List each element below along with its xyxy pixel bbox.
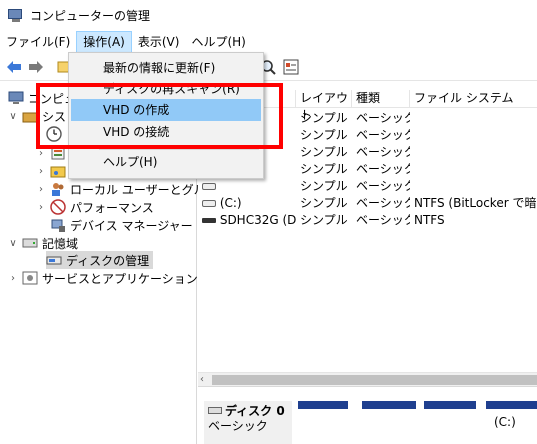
menu-item-help[interactable]: ヘルプ(H) — [71, 151, 261, 173]
volume-filesystem: NTFS — [414, 212, 445, 227]
tree-item-shared-folders[interactable]: › — [36, 162, 70, 180]
clock-icon — [46, 126, 62, 142]
chevron-right-icon[interactable]: › — [36, 166, 46, 177]
drive-icon — [202, 182, 216, 190]
menu-help[interactable]: ヘルプ(H) — [185, 31, 251, 53]
tree-item-system-tools[interactable]: ∨ シス — [8, 107, 66, 125]
shared-folder-icon — [50, 163, 66, 179]
window-title: コンピューターの管理 — [30, 9, 151, 23]
forward-arrow-icon[interactable] — [27, 58, 45, 76]
services-icon — [22, 270, 38, 286]
action-dropdown-menu: 最新の情報に更新(F) ディスクの再スキャン(R) VHD の作成 VHD の接… — [68, 52, 264, 179]
column-header-layout[interactable]: レイアウト — [296, 90, 352, 122]
disk-name: ディスク 0 — [225, 403, 285, 418]
computer-management-icon — [8, 90, 24, 106]
partition-block[interactable] — [424, 401, 476, 444]
tree-item-label: ディスクの管理 — [66, 253, 150, 268]
tree-item-label: パフォーマンス — [70, 200, 154, 215]
table-row[interactable]: (C:) シンプル ベーシック NTFS (BitLocker で暗号化 — [198, 194, 537, 211]
menu-item-rescan-disks[interactable]: ディスクの再スキャン(R) — [71, 78, 261, 100]
volume-name-text: (C:) — [219, 195, 242, 210]
disk-0-label[interactable]: ディスク 0 ベーシック — [204, 401, 292, 444]
performance-icon — [50, 199, 66, 215]
menu-action[interactable]: 操作(A) — [76, 31, 132, 53]
chevron-right-icon[interactable]: › — [36, 202, 46, 213]
menu-bar: ファイル(F) 操作(A) 表示(V) ヘルプ(H) — [0, 31, 537, 53]
disk-management-icon — [46, 252, 62, 268]
scroll-left-icon[interactable]: ‹ — [200, 373, 204, 387]
volume-layout: シンプル — [300, 145, 348, 159]
volume-type: ベーシック — [356, 196, 410, 210]
toolbox-icon — [22, 108, 38, 124]
back-arrow-icon[interactable] — [5, 58, 23, 76]
volume-name: SDHC32G (D:) — [198, 213, 296, 227]
volume-layout: シンプル — [300, 128, 348, 142]
storage-icon — [22, 235, 38, 251]
tree-item-storage[interactable]: ∨ 記憶域 — [8, 234, 78, 252]
volume-type: ベーシック — [356, 128, 410, 142]
tree-item-task-scheduler[interactable] — [46, 125, 66, 143]
tree-item-device-manager[interactable]: デバイス マネージャー — [50, 216, 193, 234]
properties-icon[interactable] — [282, 58, 300, 76]
volume-type: ベーシック — [356, 213, 410, 227]
tree-item-services[interactable]: › サービスとアプリケーション — [8, 269, 198, 287]
column-header-type[interactable]: 種類 — [352, 90, 410, 108]
chevron-right-icon[interactable]: › — [36, 148, 46, 159]
disk-type: ベーシック — [208, 419, 268, 433]
title-bar: コンピューターの管理 — [0, 0, 537, 31]
chevron-down-icon[interactable]: ∨ — [8, 238, 18, 249]
tree-item-label: シス — [42, 109, 67, 124]
chevron-right-icon[interactable]: › — [36, 184, 46, 195]
partition-block[interactable] — [298, 401, 348, 444]
horizontal-scrollbar[interactable]: ‹ — [198, 372, 537, 386]
table-row[interactable]: SDHC32G (D:) シンプル ベーシック NTFS — [198, 211, 537, 228]
tree-item-label: サービスとアプリケーション — [42, 271, 198, 286]
chevron-right-icon[interactable]: › — [8, 273, 18, 284]
volume-layout: シンプル — [300, 213, 348, 227]
menu-file[interactable]: ファイル(F) — [0, 31, 76, 53]
tree-item-performance[interactable]: › パフォーマンス — [36, 198, 154, 216]
partition-block-c[interactable]: (C:) — [486, 401, 537, 444]
partition-block[interactable] — [362, 401, 416, 444]
drive-icon — [202, 199, 216, 207]
volume-layout: シンプル — [300, 111, 348, 125]
volume-type: ベーシック — [356, 145, 410, 159]
tree-item-label: 記憶域 — [42, 236, 79, 251]
menu-item-refresh[interactable]: 最新の情報に更新(F) — [71, 57, 261, 79]
disk-graph-view: ディスク 0 ベーシック (C:) — [198, 386, 537, 444]
volume-layout: シンプル — [300, 179, 348, 193]
volume-type: ベーシック — [356, 162, 410, 176]
tree-item-label: デバイス マネージャー — [70, 218, 193, 233]
volume-filesystem: NTFS (BitLocker で暗号化 — [414, 196, 537, 210]
volume-name: (C:) — [198, 196, 296, 210]
chevron-down-icon[interactable]: ∨ — [8, 111, 18, 122]
tree-item-event-viewer[interactable]: › — [36, 144, 70, 162]
partition-label: (C:) — [494, 415, 516, 429]
computer-management-icon — [8, 8, 24, 24]
sd-card-icon — [202, 217, 216, 223]
menu-item-attach-vhd[interactable]: VHD の接続 — [71, 121, 261, 143]
volume-name-text: SDHC32G (D:) — [219, 212, 296, 227]
scrollbar-thumb[interactable] — [212, 375, 537, 385]
event-viewer-icon — [50, 145, 66, 161]
volume-layout: シンプル — [300, 162, 348, 176]
table-row[interactable]: シンプル ベーシック — [198, 177, 537, 194]
tree-item-disk-management[interactable]: ディスクの管理 — [46, 251, 154, 269]
volume-type: ベーシック — [356, 111, 410, 125]
menu-separator — [99, 149, 259, 150]
column-header-filesystem[interactable]: ファイル システム — [410, 90, 537, 108]
volume-layout: シンプル — [300, 196, 348, 210]
volume-type: ベーシック — [356, 179, 410, 193]
menu-item-create-vhd[interactable]: VHD の作成 — [71, 99, 261, 121]
device-manager-icon — [50, 217, 66, 233]
users-icon — [50, 181, 66, 197]
volume-name — [198, 179, 296, 193]
disk-icon — [208, 406, 222, 414]
menu-view[interactable]: 表示(V) — [132, 31, 186, 53]
